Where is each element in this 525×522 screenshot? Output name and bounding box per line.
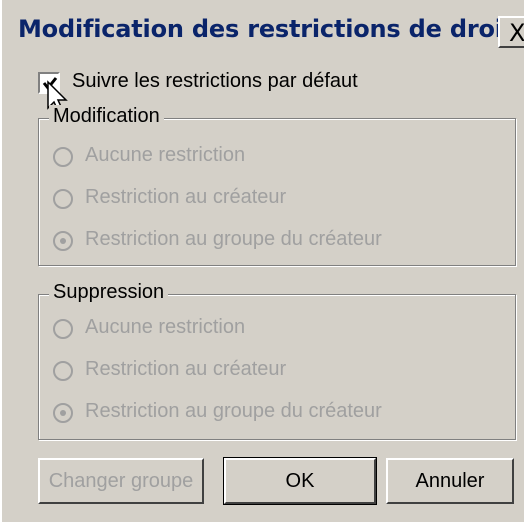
modification-group-label: Modification xyxy=(49,105,164,128)
window-title: Modification des restrictions de droit xyxy=(18,15,515,43)
radio-label: Restriction au créateur xyxy=(85,358,287,380)
follow-defaults-label: Suivre les restrictions par défaut xyxy=(72,70,358,92)
change-group-button[interactable]: Changer groupe xyxy=(38,458,204,504)
radio-label: Aucune restriction xyxy=(85,316,246,338)
radio-button[interactable] xyxy=(53,189,73,209)
radio-label: Restriction au groupe du créateur xyxy=(85,228,382,250)
dialog-window: Modification des restrictions de droit X… xyxy=(0,0,524,522)
title-bar[interactable]: Modification des restrictions de droit X xyxy=(2,0,524,62)
ok-button[interactable]: OK xyxy=(223,457,377,505)
radio-button-selected[interactable] xyxy=(53,403,73,423)
radio-label: Restriction au groupe du créateur xyxy=(85,400,382,422)
suppression-group-label: Suppression xyxy=(49,281,169,304)
modification-groupbox: Modification Aucune restriction Restrict… xyxy=(38,105,516,266)
radio-button[interactable] xyxy=(53,147,73,167)
radio-button-selected[interactable] xyxy=(53,231,73,251)
radio-button[interactable] xyxy=(53,319,73,339)
close-button[interactable]: X xyxy=(498,16,524,48)
radio-label: Restriction au créateur xyxy=(85,186,287,208)
cancel-button[interactable]: Annuler xyxy=(386,458,514,504)
radio-button[interactable] xyxy=(53,361,73,381)
close-icon: X xyxy=(509,19,524,47)
radio-label: Aucune restriction xyxy=(85,144,246,166)
suppression-groupbox: Suppression Aucune restriction Restricti… xyxy=(38,281,516,440)
